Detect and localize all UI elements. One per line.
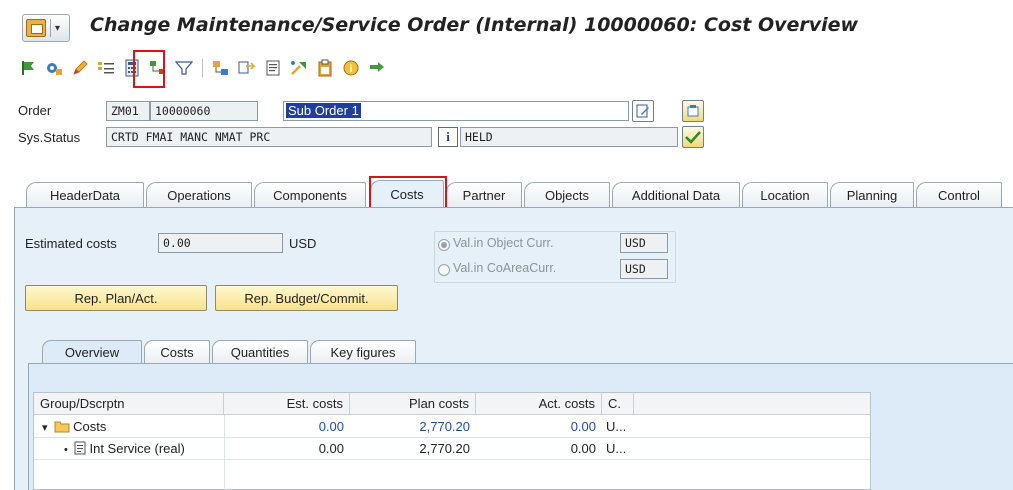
coarea-currency-field: USD (620, 259, 668, 279)
row-description: Int Service (real) (89, 441, 185, 456)
estimated-costs-label: Estimated costs (25, 236, 117, 251)
tab-objects[interactable]: Objects (524, 182, 610, 208)
edit-text-icon (636, 104, 649, 118)
row-currency: U... (606, 419, 627, 434)
row-est-costs: 0.00 (318, 441, 344, 456)
row-description: Costs (73, 419, 107, 434)
report-plan-actual-button[interactable]: Rep. Plan/Act. (25, 285, 207, 311)
document-icon[interactable] (263, 58, 283, 78)
radio-coarea-currency[interactable] (438, 264, 450, 276)
sap-menu-icon (26, 19, 46, 37)
column-header-filler (634, 393, 870, 415)
row-act-costs: 0.00 (570, 441, 596, 456)
sap-menu-button[interactable]: ▾ (22, 14, 70, 42)
application-toolbar: i (18, 56, 387, 80)
column-header-plan-costs[interactable]: Plan costs (350, 393, 476, 415)
table-row[interactable]: ▾ Costs (34, 416, 224, 437)
tab-control[interactable]: Control (916, 182, 1002, 208)
row-act-costs: 0.00 (570, 419, 596, 434)
estimated-costs-field[interactable]: 0.00 (158, 233, 283, 253)
checkmark-icon (685, 131, 701, 144)
subtab-key-figures[interactable]: Key figures (310, 340, 416, 364)
tab-headerdata[interactable]: HeaderData (26, 182, 144, 208)
order-description-text: Sub Order 1 (286, 103, 361, 118)
filter-icon[interactable] (174, 58, 194, 78)
sys-status-field: CRTD FMAI MANC NMAT PRC (106, 127, 432, 147)
column-header-act-costs[interactable]: Act. costs (476, 393, 602, 415)
document-icon (74, 441, 86, 455)
column-header-currency[interactable]: C. (602, 393, 634, 415)
edit-icon[interactable] (70, 58, 90, 78)
settings-icon[interactable] (44, 58, 64, 78)
page-title: Change Maintenance/Service Order (Intern… (90, 14, 859, 36)
object-currency-field: USD (620, 233, 668, 253)
release-icon[interactable] (289, 58, 309, 78)
cost-overview-tree: Group/Dscrptn Est. costs Plan costs Act.… (33, 392, 871, 490)
toolbar-separator (202, 59, 203, 77)
row-currency: U... (606, 441, 627, 456)
column-header-group[interactable]: Group/Dscrptn (34, 393, 224, 415)
user-status-field: HELD (460, 127, 678, 147)
tab-operations[interactable]: Operations (146, 182, 252, 208)
report-budget-commitment-button[interactable]: Rep. Budget/Commit. (215, 285, 398, 311)
tab-strip: HeaderData Operations Components Costs P… (14, 180, 1013, 208)
long-text-button[interactable] (632, 100, 654, 122)
list-icon[interactable] (96, 58, 116, 78)
row-plan-costs: 2,770.20 (419, 441, 470, 456)
order-type-field[interactable]: ZM01 (106, 101, 150, 121)
folder-icon (54, 421, 70, 433)
subtab-quantities[interactable]: Quantities (212, 340, 308, 364)
column-header-est-costs[interactable]: Est. costs (224, 393, 350, 415)
title-bar: ▾ Change Maintenance/Service Order (Inte… (0, 0, 1013, 54)
structure-icon[interactable] (211, 58, 231, 78)
order-number-field[interactable]: 10000060 (150, 101, 258, 121)
row-est-costs: 0.00 (318, 419, 344, 434)
calculator-highlight (133, 50, 165, 88)
leaf-bullet-icon: • (64, 444, 68, 456)
svg-text:i: i (350, 64, 353, 75)
flag-icon[interactable] (18, 58, 38, 78)
order-description-field[interactable]: Sub Order 1 (283, 101, 629, 121)
currency-label: USD (289, 236, 317, 251)
subtab-overview[interactable]: Overview (42, 340, 142, 364)
subtab-costs[interactable]: Costs (144, 340, 210, 364)
table-row[interactable]: • Int Service (real) (34, 438, 224, 459)
collapse-arrow-icon[interactable]: ▾ (42, 422, 48, 434)
info-button[interactable]: i (438, 127, 458, 147)
info-icon[interactable]: i (341, 58, 361, 78)
row-plan-costs: 2,770.20 (419, 419, 470, 434)
tab-components[interactable]: Components (254, 182, 366, 208)
row-divider (34, 459, 870, 460)
tab-location[interactable]: Location (742, 182, 828, 208)
sys-status-label: Sys.Status (18, 130, 81, 145)
clipboard-icon[interactable] (315, 58, 335, 78)
user-status-button[interactable] (682, 126, 704, 148)
radio-coarea-currency-label: Val.in CoAreaCurr. (453, 261, 557, 275)
radio-object-currency[interactable] (438, 239, 450, 251)
tab-partner[interactable]: Partner (446, 182, 522, 208)
tree-column-divider (224, 415, 225, 490)
radio-object-currency-label: Val.in Object Curr. (453, 236, 554, 250)
copy-icon[interactable] (237, 58, 257, 78)
status-icon (687, 105, 699, 117)
order-label: Order (18, 103, 52, 118)
tab-additional-data[interactable]: Additional Data (612, 182, 740, 208)
tab-planning[interactable]: Planning (830, 182, 914, 208)
menu-separator (50, 19, 51, 37)
chevron-down-icon: ▾ (55, 22, 61, 34)
next-icon[interactable] (367, 58, 387, 78)
status-detail-button[interactable] (682, 100, 704, 122)
